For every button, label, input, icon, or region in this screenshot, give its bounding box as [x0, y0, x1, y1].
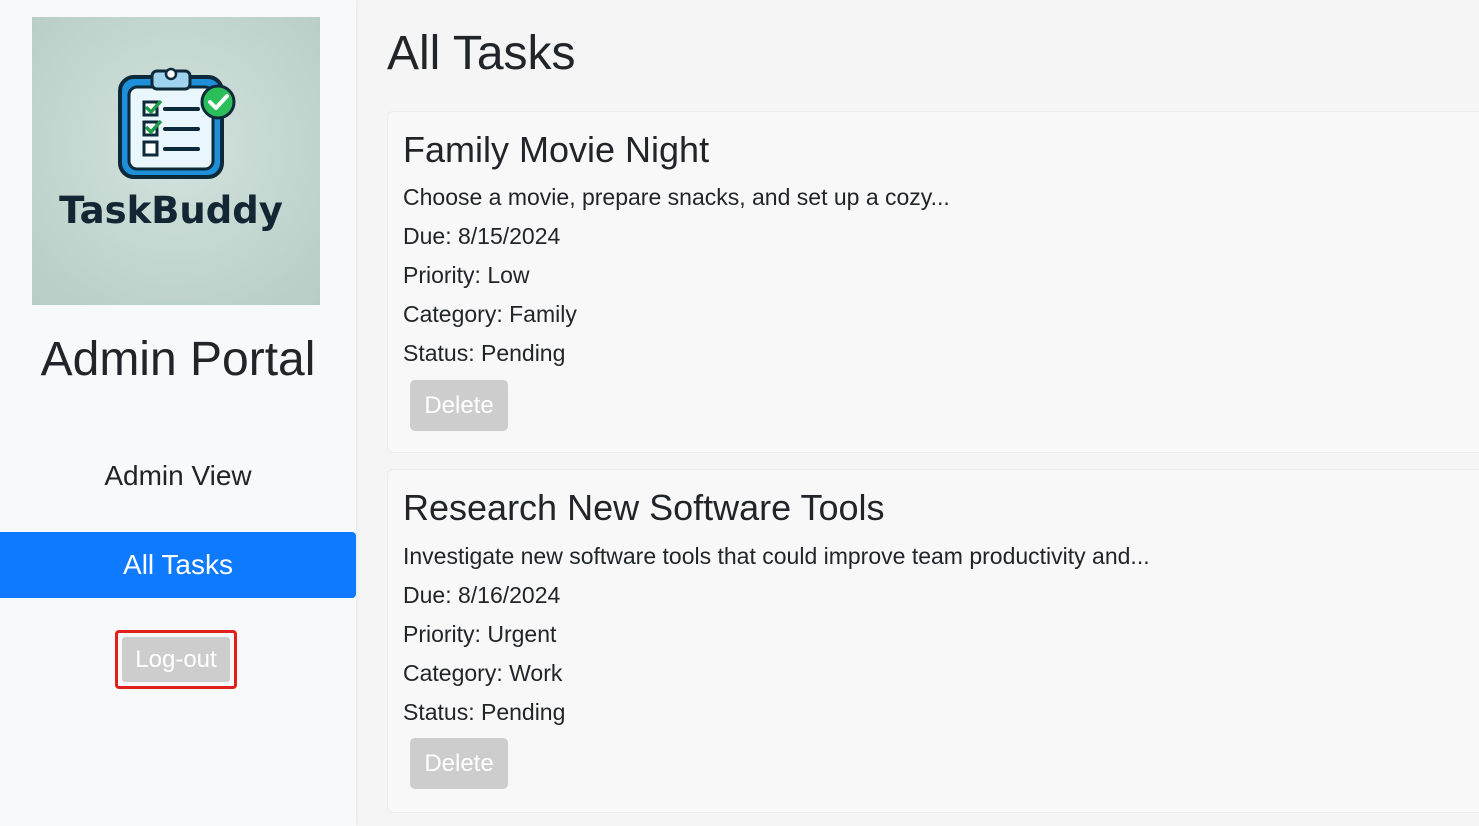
main-content: All Tasks Family Movie Night Choose a mo… — [387, 0, 1479, 826]
page-title: All Tasks — [387, 27, 576, 80]
clipboard-check-icon: TaskBuddy — [59, 67, 283, 232]
task-description: Choose a movie, prepare snacks, and set … — [403, 184, 950, 210]
task-title: Family Movie Night — [403, 129, 710, 170]
task-title: Research New Software Tools — [403, 487, 885, 528]
task-card: Research New Software Tools Investigate … — [387, 469, 1479, 813]
task-priority: Priority: Low — [403, 262, 530, 288]
logo-text: TaskBuddy — [59, 189, 283, 232]
task-description: Investigate new software tools that coul… — [403, 543, 1150, 569]
portal-title: Admin Portal — [40, 333, 316, 386]
delete-button[interactable]: Delete — [410, 380, 508, 431]
delete-button[interactable]: Delete — [410, 738, 508, 789]
sidebar: TaskBuddy Admin Portal Admin View All Ta… — [0, 0, 356, 826]
logout-label: Log-out — [122, 637, 230, 682]
task-due-date: Due: 8/15/2024 — [403, 223, 561, 249]
task-card: Family Movie Night Choose a movie, prepa… — [387, 111, 1479, 453]
task-category: Category: Family — [403, 301, 577, 327]
task-status: Status: Pending — [403, 340, 566, 366]
nav-item-admin-view[interactable]: Admin View — [0, 443, 356, 509]
task-priority: Priority: Urgent — [403, 621, 557, 647]
task-category: Category: Work — [403, 660, 563, 686]
nav-item-all-tasks[interactable]: All Tasks — [0, 532, 356, 598]
task-due-date: Due: 8/16/2024 — [403, 582, 561, 608]
task-status: Status: Pending — [403, 699, 566, 725]
logout-button[interactable]: Log-out — [115, 630, 237, 689]
taskbuddy-logo: TaskBuddy — [32, 17, 320, 305]
